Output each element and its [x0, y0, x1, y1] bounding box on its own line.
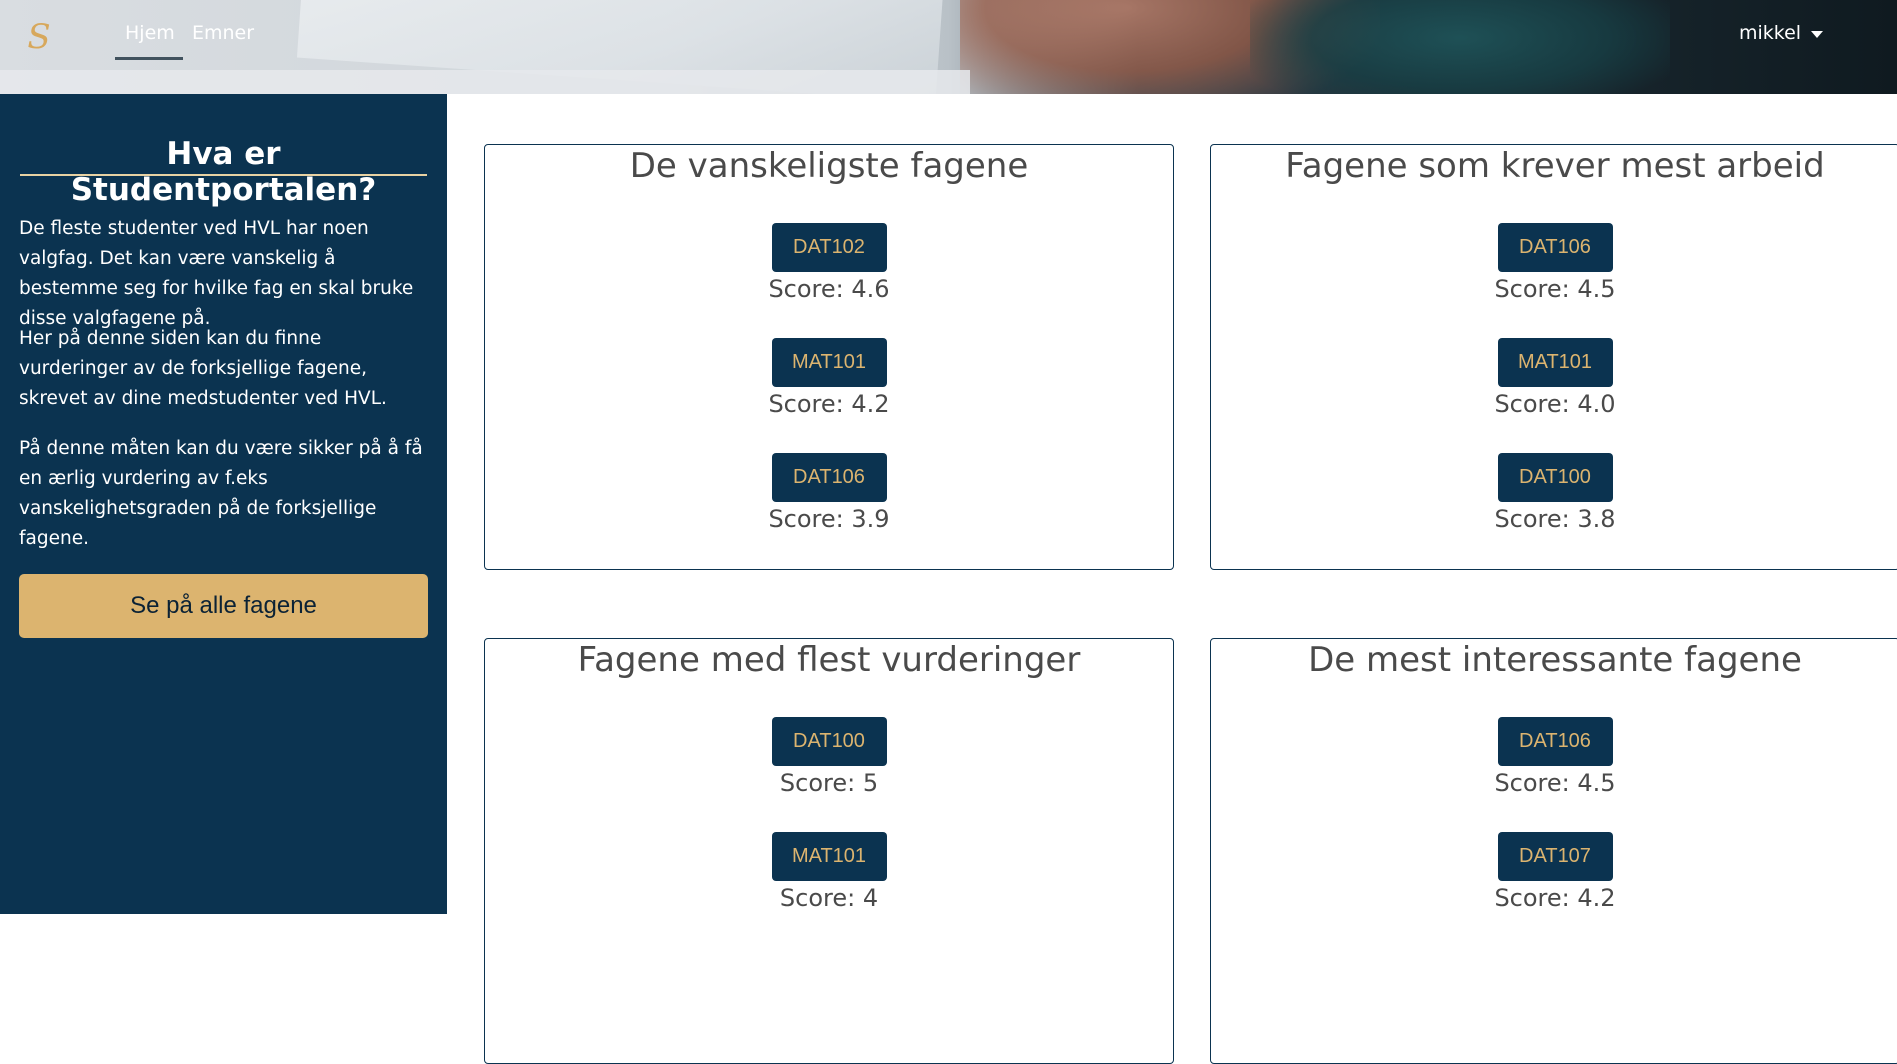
topic-score: Score: 4.2	[1494, 884, 1616, 912]
topic-entry: MAT101 Score: 4	[485, 832, 1173, 914]
view-all-topics-button[interactable]: Se på alle fagene	[19, 574, 428, 638]
topic-code-button[interactable]: MAT101	[1497, 338, 1613, 387]
topic-code-button[interactable]: MAT101	[771, 832, 887, 881]
topic-code-button[interactable]: DAT102	[771, 223, 887, 272]
sidebar-paragraph-2: Her på denne siden kan du finne vurderin…	[19, 328, 387, 409]
topic-code-button[interactable]: MAT101	[771, 338, 887, 387]
nav-home-link[interactable]: Hjem	[125, 22, 175, 44]
sidebar-paragraph-1: De fleste studenter ved HVL har noen val…	[19, 218, 414, 329]
card-most-work-topics: Fagene som krever mest arbeid DAT106 Sco…	[1210, 144, 1897, 570]
topic-score: Score: 4.2	[768, 390, 890, 418]
topic-score: Score: 4.6	[768, 275, 890, 303]
banner-shirt-image	[1250, 0, 1670, 94]
topic-entry: DAT100 Score: 3.8	[1211, 453, 1897, 535]
card-title: Fagene med flest vurderinger	[577, 640, 1081, 680]
card-title: De vanskeligste fagene	[629, 146, 1029, 186]
topic-entry: DAT100 Score: 5	[485, 717, 1173, 799]
chevron-down-icon	[1811, 30, 1824, 38]
topic-score: Score: 5	[779, 769, 879, 797]
topic-code-button[interactable]: DAT100	[771, 717, 887, 766]
banner-strip	[0, 70, 970, 94]
topic-code-button[interactable]: DAT106	[1497, 223, 1613, 272]
sidebar-title: Hva er Studentportalen?	[70, 136, 377, 208]
topic-score: Score: 4	[779, 884, 879, 912]
nav-topics-link[interactable]: Emner	[192, 22, 254, 44]
topic-score: Score: 4.0	[1494, 390, 1616, 418]
topic-score: Score: 4.5	[1494, 275, 1616, 303]
user-menu[interactable]: mikkel	[1739, 22, 1824, 44]
topic-entry: DAT102 Score: 4.6	[485, 223, 1173, 305]
logo-icon[interactable]: S	[22, 18, 56, 56]
sidebar-paragraph-3: På denne måten kan du være sikker på å f…	[19, 438, 423, 549]
card-hardest-topics: De vanskeligste fagene DAT102 Score: 4.6…	[484, 144, 1174, 570]
topic-code-button[interactable]: DAT107	[1497, 832, 1613, 881]
card-title: Fagene som krever mest arbeid	[1285, 146, 1825, 186]
card-title: De mest interessante fagene	[1308, 640, 1802, 680]
info-sidebar: Hva er Studentportalen? De fleste studen…	[0, 94, 447, 914]
topic-entry: DAT106 Score: 4.5	[1211, 717, 1897, 799]
user-name: mikkel	[1739, 22, 1802, 44]
header-banner: S Hjem Emner mikkel	[0, 0, 1897, 94]
title-underline	[20, 174, 427, 176]
topic-entry: MAT101 Score: 4.2	[485, 338, 1173, 420]
topic-score: Score: 4.5	[1494, 769, 1616, 797]
topic-score: Score: 3.8	[1494, 505, 1616, 533]
topic-entry: DAT106 Score: 3.9	[485, 453, 1173, 535]
topic-entry: DAT107 Score: 4.2	[1211, 832, 1897, 914]
topic-code-button[interactable]: DAT100	[1497, 453, 1613, 502]
topic-code-button[interactable]: DAT106	[1497, 717, 1613, 766]
nav-active-underline	[115, 57, 183, 60]
topic-score: Score: 3.9	[768, 505, 890, 533]
topic-code-button[interactable]: DAT106	[771, 453, 887, 502]
card-most-interesting-topics: De mest interessante fagene DAT106 Score…	[1210, 638, 1897, 1064]
topic-entry: DAT106 Score: 4.5	[1211, 223, 1897, 305]
topic-entry: MAT101 Score: 4.0	[1211, 338, 1897, 420]
card-most-reviewed-topics: Fagene med flest vurderinger DAT100 Scor…	[484, 638, 1174, 1064]
